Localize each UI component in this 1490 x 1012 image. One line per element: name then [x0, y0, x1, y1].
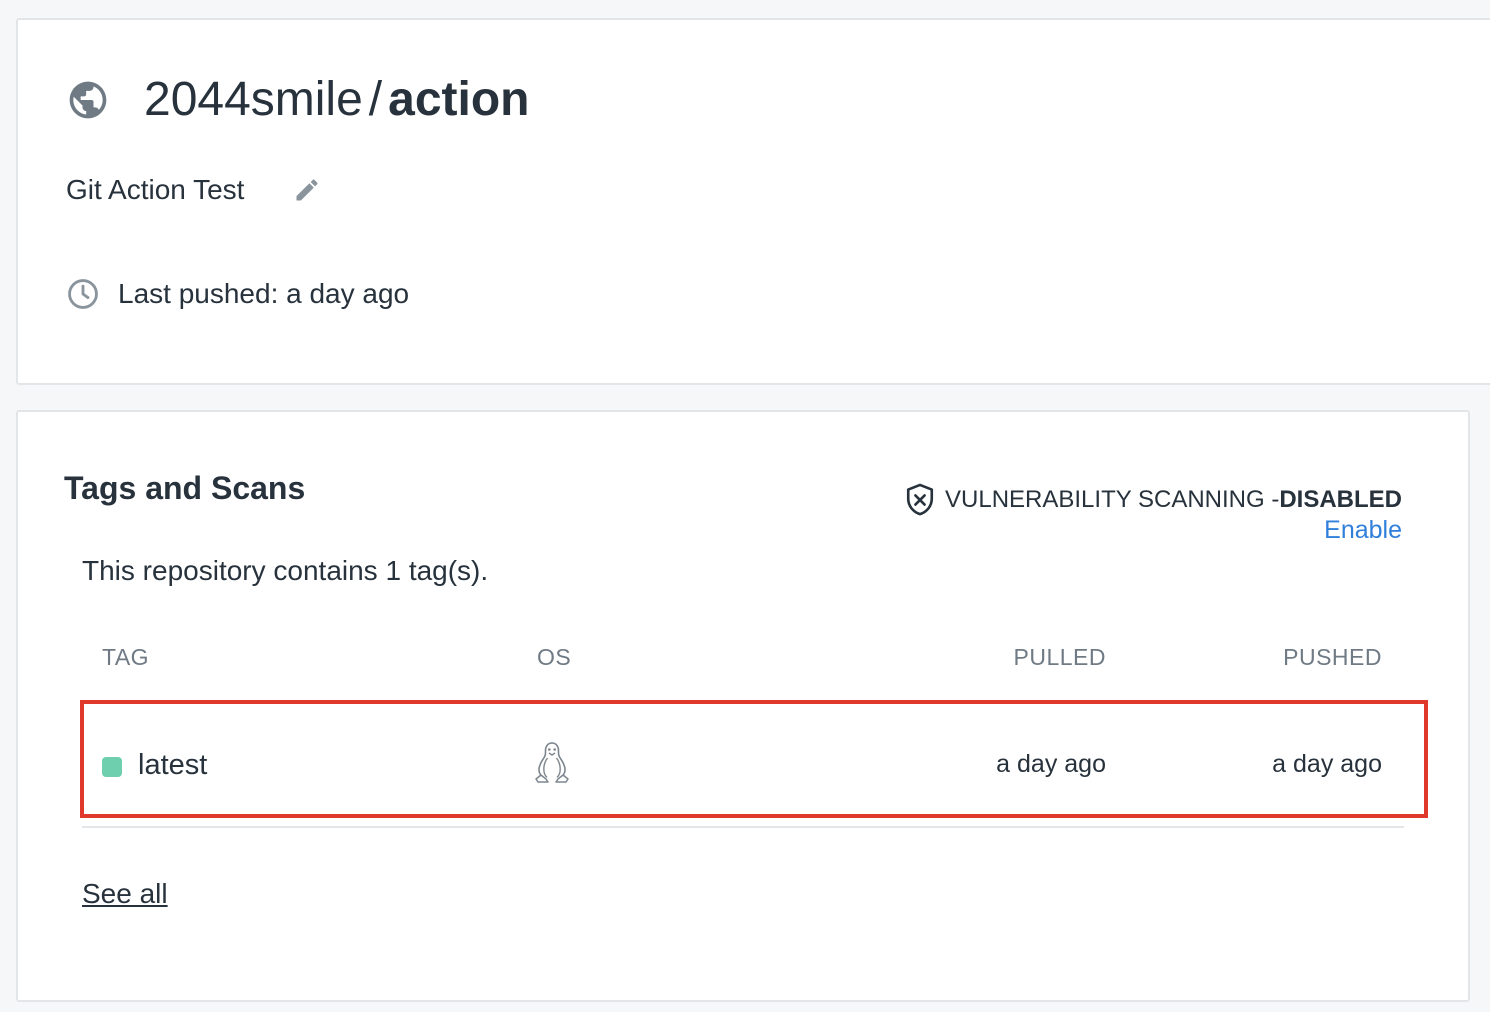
clock-icon: [66, 277, 100, 311]
repo-separator: /: [368, 73, 383, 126]
repo-title-row: 2044smile / action: [66, 72, 530, 128]
linux-icon: [532, 740, 572, 784]
edit-pencil-icon[interactable]: [292, 175, 322, 205]
tag-name-link[interactable]: latest: [138, 749, 207, 782]
repo-title: 2044smile / action: [144, 72, 530, 128]
column-header-pulled: PULLED: [1013, 644, 1106, 670]
vulnerability-scanning-status: VULNERABILITY SCANNING - DISABLED: [903, 482, 1402, 518]
shield-x-icon: [903, 482, 937, 518]
globe-icon: [66, 78, 110, 122]
repo-name: action: [388, 73, 530, 126]
last-pushed-text: Last pushed: a day ago: [118, 278, 410, 309]
last-pushed-row: Last pushed: a day ago: [66, 274, 409, 314]
enable-scanning-link[interactable]: Enable: [1324, 516, 1402, 545]
repo-description-row: Git Action Test: [66, 170, 322, 210]
scan-label: VULNERABILITY SCANNING -: [945, 486, 1280, 513]
section-title: Tags and Scans: [64, 470, 306, 506]
tag-count-text: This repository contains 1 tag(s).: [82, 555, 489, 586]
column-header-os: OS: [537, 644, 572, 670]
scan-state: DISABLED: [1279, 486, 1402, 513]
see-all-link[interactable]: See all: [82, 878, 168, 910]
tag-status-dot: [102, 757, 122, 777]
pushed-value: a day ago: [1272, 750, 1382, 778]
pulled-value: a day ago: [996, 750, 1106, 778]
column-header-pushed: PUSHED: [1283, 644, 1382, 670]
table-row[interactable]: [82, 704, 1404, 828]
repo-namespace: 2044smile: [144, 73, 363, 126]
column-header-tag: TAG: [102, 644, 150, 670]
repo-description: Git Action Test: [66, 174, 245, 205]
